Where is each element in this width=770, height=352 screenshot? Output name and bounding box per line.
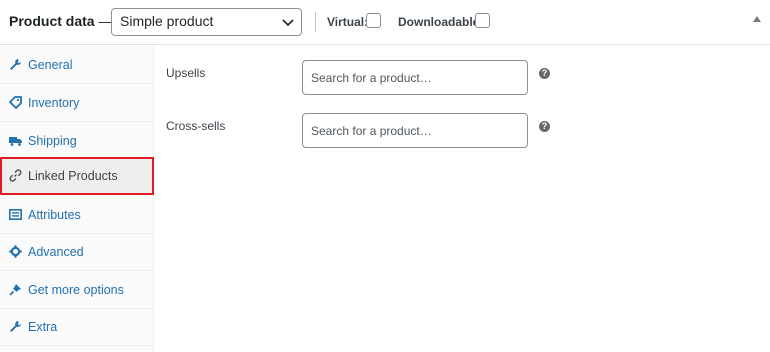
help-icon[interactable]: ? bbox=[539, 68, 550, 79]
link-icon bbox=[9, 169, 22, 182]
product-data-title: Product data — bbox=[9, 13, 112, 29]
list-icon bbox=[9, 208, 22, 220]
tag-icon bbox=[9, 96, 22, 109]
tab-inventory[interactable]: Inventory bbox=[0, 84, 154, 122]
cross-sells-search-input[interactable] bbox=[302, 113, 528, 148]
header-separator bbox=[315, 12, 316, 32]
gear-icon bbox=[9, 245, 22, 258]
tab-label: Attributes bbox=[28, 208, 81, 222]
tab-get-more-options[interactable]: Get more options bbox=[0, 271, 154, 309]
tab-label: Linked Products bbox=[28, 169, 118, 183]
tab-label: Get more options bbox=[28, 283, 124, 297]
tab-general[interactable]: General bbox=[0, 46, 154, 84]
tab-extra[interactable]: Extra bbox=[0, 308, 154, 346]
tab-shipping[interactable]: Shipping bbox=[0, 122, 154, 160]
wrench-icon bbox=[10, 59, 21, 70]
help-icon[interactable]: ? bbox=[539, 121, 550, 132]
linked-products-panel: Upsells ? Cross-sells ? bbox=[155, 46, 770, 352]
truck-icon bbox=[9, 137, 22, 146]
tab-advanced[interactable]: Advanced bbox=[0, 233, 154, 271]
upsells-label: Upsells bbox=[166, 66, 206, 80]
downloadable-label: Downloadable: bbox=[398, 15, 484, 29]
cross-sells-label: Cross-sells bbox=[166, 119, 226, 133]
upsells-search-input[interactable] bbox=[302, 60, 528, 95]
tab-linked-products[interactable]: Linked Products bbox=[0, 157, 154, 195]
tab-label: Shipping bbox=[28, 134, 77, 148]
tab-label: Extra bbox=[28, 320, 58, 334]
product-type-select[interactable]: Simple product bbox=[111, 8, 302, 36]
wrench-icon bbox=[10, 321, 21, 332]
product-data-header: Product data — Simple product Virtual: D… bbox=[0, 0, 770, 45]
tab-label: Advanced bbox=[28, 245, 84, 259]
product-data-title-text: Product data bbox=[9, 13, 95, 29]
plugin-icon bbox=[9, 284, 21, 296]
product-type-value: Simple product bbox=[120, 13, 214, 29]
collapse-arrow-icon[interactable] bbox=[753, 16, 761, 22]
virtual-label: Virtual: bbox=[327, 15, 369, 29]
virtual-checkbox[interactable] bbox=[366, 13, 381, 28]
product-data-tabs: General Inventory Shipping Linked Produc… bbox=[0, 46, 154, 352]
tab-label: Inventory bbox=[28, 96, 80, 110]
downloadable-checkbox[interactable] bbox=[475, 13, 490, 28]
tab-label: General bbox=[28, 58, 73, 72]
chevron-down-icon bbox=[282, 19, 294, 27]
tab-attributes[interactable]: Attributes bbox=[0, 196, 154, 234]
